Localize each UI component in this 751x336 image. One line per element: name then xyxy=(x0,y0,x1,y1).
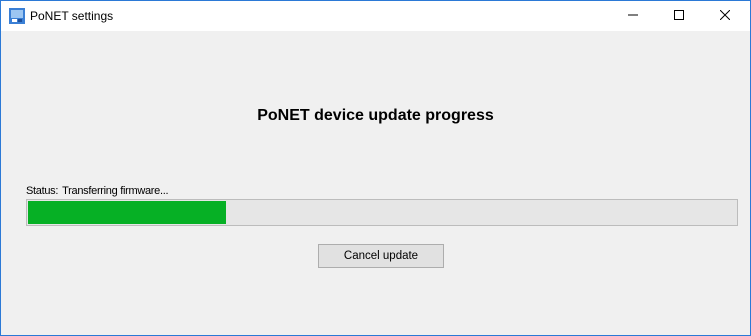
settings-window: PoNET settings PoNET device update progr… xyxy=(0,0,751,336)
close-button[interactable] xyxy=(702,1,748,31)
status-label: Status: Transferring firmware... xyxy=(26,185,169,197)
dialog-content: PoNET device update progress Status: Tran… xyxy=(1,31,750,335)
title-bar[interactable]: PoNET settings xyxy=(1,1,750,31)
minimize-icon xyxy=(628,7,638,25)
status-text: Transferring firmware... xyxy=(62,185,169,197)
close-icon xyxy=(719,7,731,25)
progress-bar xyxy=(26,199,738,226)
ponet-app-icon xyxy=(9,8,25,24)
status-prefix: Status: xyxy=(26,185,59,197)
cancel-update-button[interactable]: Cancel update xyxy=(318,244,444,268)
progress-fill xyxy=(28,201,226,224)
window-title: PoNET settings xyxy=(30,9,114,23)
maximize-icon xyxy=(674,7,684,25)
minimize-button[interactable] xyxy=(610,1,656,31)
maximize-button[interactable] xyxy=(656,1,702,31)
page-title: PoNET device update progress xyxy=(257,107,494,124)
